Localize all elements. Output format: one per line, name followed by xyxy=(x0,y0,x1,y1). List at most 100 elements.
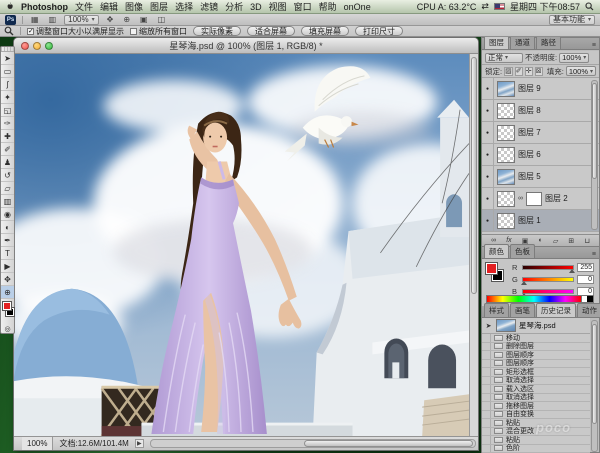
tab-swatches[interactable]: 色板 xyxy=(510,244,535,258)
menu-help[interactable]: 帮助 xyxy=(319,0,337,13)
eyedropper-tool[interactable]: ✑ xyxy=(1,117,14,130)
crop-tool[interactable]: ◱ xyxy=(1,104,14,117)
tab-color[interactable]: 颜色 xyxy=(484,244,509,258)
brush-tool[interactable]: ✐ xyxy=(1,143,14,156)
canvas-artwork[interactable] xyxy=(14,54,469,436)
red-slider-thumb[interactable] xyxy=(569,269,575,273)
panel-menu-icon[interactable]: ≡ xyxy=(592,42,597,49)
set-source-cell[interactable] xyxy=(482,334,491,342)
resize-windows-checkbox[interactable]: 调整窗口大小以满屏显示 xyxy=(27,26,124,37)
opacity-dropdown[interactable]: 100% xyxy=(559,53,589,63)
launch-bridge-icon[interactable]: ▦ xyxy=(29,15,41,24)
menu-app-name[interactable]: Photoshop xyxy=(21,2,68,12)
red-slider[interactable] xyxy=(522,265,574,270)
input-language-flag-icon[interactable] xyxy=(494,3,505,10)
dodge-tool[interactable]: ◐ xyxy=(1,221,14,234)
apple-menu-icon[interactable] xyxy=(6,2,14,12)
type-tool[interactable]: T xyxy=(1,247,14,260)
menu-layer[interactable]: 图层 xyxy=(150,0,168,13)
fill-screen-button[interactable]: 填充屏幕 xyxy=(301,26,349,36)
print-size-button[interactable]: 打印尺寸 xyxy=(355,26,403,36)
history-step[interactable]: 自由变换 xyxy=(482,411,590,420)
zoom-tool-icon[interactable]: ⊕ xyxy=(121,15,132,24)
menu-window[interactable]: 窗口 xyxy=(294,0,312,13)
layer-row-selected[interactable]: 图层 1 xyxy=(482,210,599,232)
history-step[interactable]: 粘贴 xyxy=(482,436,590,445)
zoom-tool[interactable]: ⊕ xyxy=(1,286,14,299)
horizontal-scrollbar[interactable] xyxy=(150,439,476,448)
path-selection-tool[interactable]: ▶ xyxy=(1,260,14,273)
status-options-arrow-icon[interactable]: ▶ xyxy=(135,439,144,448)
history-step[interactable]: 色阶 xyxy=(482,445,590,453)
vertical-scrollbar[interactable] xyxy=(469,54,478,436)
visibility-eye-icon[interactable] xyxy=(482,78,494,99)
photoshop-app-icon[interactable]: Ps xyxy=(5,15,16,25)
lock-pixels-icon[interactable]: ✐ xyxy=(515,67,523,76)
green-value-field[interactable]: 0 xyxy=(577,275,594,284)
blue-slider[interactable] xyxy=(522,289,574,294)
set-source-cell[interactable] xyxy=(482,436,491,444)
workspace-switcher[interactable]: 基本功能 xyxy=(549,15,595,25)
set-source-cell[interactable] xyxy=(482,360,491,368)
menu-select[interactable]: 选择 xyxy=(175,0,193,13)
layer-thumbnail[interactable] xyxy=(497,191,515,207)
lock-position-icon[interactable]: ✛ xyxy=(525,67,533,76)
sync-status-icon[interactable]: ⇄ xyxy=(481,1,489,12)
hand-tool[interactable]: ✥ xyxy=(1,273,14,286)
menu-onone[interactable]: onOne xyxy=(344,2,371,12)
visibility-eye-icon[interactable] xyxy=(482,144,494,165)
tab-brushes[interactable]: 画笔 xyxy=(510,303,535,317)
set-source-cell[interactable] xyxy=(482,445,491,453)
lasso-tool[interactable]: ʃ xyxy=(1,78,14,91)
history-step[interactable]: 图层顺序 xyxy=(482,360,590,369)
clone-stamp-tool[interactable]: ♟ xyxy=(1,156,14,169)
quick-mask-button[interactable]: ◎ xyxy=(1,323,14,335)
layer-thumbnail[interactable] xyxy=(497,147,515,163)
visibility-eye-icon[interactable] xyxy=(482,188,494,209)
layer-thumbnail[interactable] xyxy=(497,125,515,141)
history-step[interactable]: 图层顺序 xyxy=(482,351,590,360)
menu-3d[interactable]: 3D xyxy=(250,2,262,12)
spotlight-icon[interactable] xyxy=(585,2,594,11)
zoom-all-windows-checkbox[interactable]: 缩放所有窗口 xyxy=(130,26,187,37)
visibility-eye-icon[interactable] xyxy=(482,122,494,143)
history-step[interactable]: 移动 xyxy=(482,334,590,343)
zoom-level-dropdown[interactable]: 100% xyxy=(64,15,98,25)
menu-edit[interactable]: 编辑 xyxy=(100,0,118,13)
layer-row[interactable]: 图层 7 xyxy=(482,122,599,144)
pen-tool[interactable]: ✒ xyxy=(1,234,14,247)
layer-style-icon[interactable]: fx xyxy=(506,237,511,244)
panel-menu-icon[interactable]: ≡ xyxy=(592,251,597,258)
marquee-tool[interactable]: ▭ xyxy=(1,65,14,78)
horizontal-scrollbar-thumb[interactable] xyxy=(304,440,473,447)
red-value-field[interactable]: 255 xyxy=(577,263,594,272)
set-source-cell[interactable] xyxy=(482,411,491,419)
set-source-cell[interactable] xyxy=(482,402,491,410)
set-source-cell[interactable] xyxy=(482,368,491,376)
foreground-color-swatch[interactable] xyxy=(3,302,11,310)
link-layers-icon[interactable]: ∞ xyxy=(491,237,496,244)
arrange-documents-icon[interactable]: ▣ xyxy=(138,15,150,24)
lock-all-icon[interactable]: ⊠ xyxy=(535,67,543,76)
zoom-tool-preset-icon[interactable] xyxy=(4,26,14,36)
layer-row[interactable]: 图层 6 xyxy=(482,144,599,166)
history-step[interactable]: 取消选择 xyxy=(482,377,590,386)
new-layer-icon[interactable]: ⊞ xyxy=(568,237,574,245)
color-spectrum-ramp[interactable] xyxy=(486,295,594,303)
menu-view[interactable]: 视图 xyxy=(269,0,287,13)
menu-filter[interactable]: 滤镜 xyxy=(200,0,218,13)
zoom-percent-field[interactable]: 100% xyxy=(22,437,53,450)
document-title-bar[interactable]: 星琴海.psd @ 100% (图层 1, RGB/8) * xyxy=(14,38,478,54)
layer-thumbnail[interactable] xyxy=(497,103,515,119)
history-step[interactable]: 载入选区 xyxy=(482,385,590,394)
tab-history[interactable]: 历史记录 xyxy=(536,303,576,317)
history-step[interactable]: 取消选择 xyxy=(482,394,590,403)
layer-row[interactable]: 图层 9 xyxy=(482,78,599,100)
green-slider[interactable] xyxy=(522,277,574,282)
history-scrollbar-thumb[interactable] xyxy=(592,324,597,424)
eraser-tool[interactable]: ▱ xyxy=(1,182,14,195)
foreground-color-swatch[interactable] xyxy=(486,263,497,274)
set-source-cell[interactable] xyxy=(482,385,491,393)
layer-thumbnail[interactable] xyxy=(497,81,515,97)
history-step[interactable]: 矩形选框 xyxy=(482,368,590,377)
